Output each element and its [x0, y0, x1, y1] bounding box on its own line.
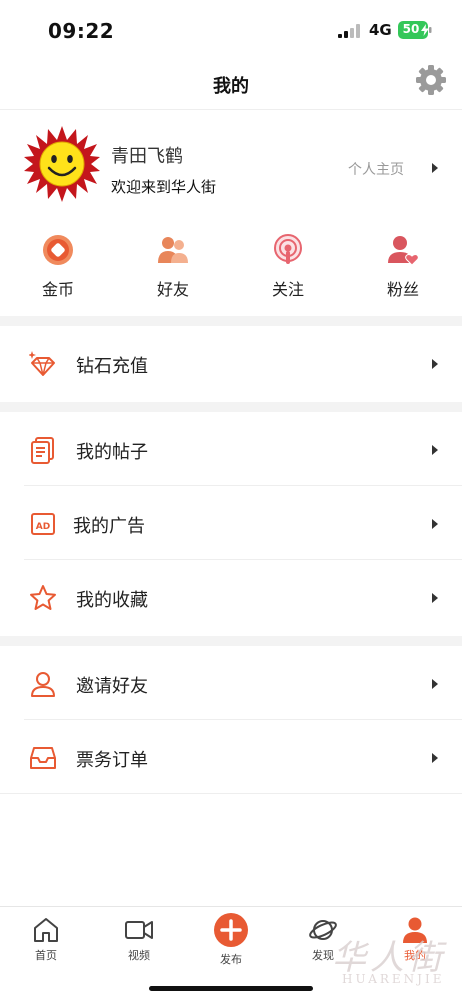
- row-divider: [0, 793, 462, 794]
- network-label: 4G: [369, 21, 392, 39]
- document-icon: [31, 437, 54, 464]
- stat-label: 好友: [156, 280, 189, 299]
- status-bar: 09:22 4G 50: [0, 0, 462, 60]
- plus-icon: [214, 913, 248, 947]
- stat-friends[interactable]: 好友: [123, 228, 223, 300]
- menu-item-my-ads[interactable]: AD 我的广告: [0, 488, 462, 560]
- stat-label: 金币: [41, 280, 74, 299]
- menu-item-label: 票务订单: [76, 750, 148, 771]
- nav-bar: 我的: [0, 60, 462, 110]
- menu-item-label: 我的收藏: [76, 590, 148, 611]
- coin-icon: [43, 235, 73, 265]
- chevron-right-icon: [432, 519, 438, 529]
- battery-icon: 50: [398, 21, 432, 39]
- chevron-right-icon: [432, 163, 438, 173]
- menu-item-label: 钻石充值: [76, 356, 148, 377]
- chevron-right-icon: [432, 359, 438, 369]
- section-divider: [0, 316, 462, 326]
- row-divider: [24, 485, 462, 486]
- person-icon: [31, 672, 55, 697]
- chevron-right-icon: [432, 593, 438, 603]
- chevron-right-icon: [432, 679, 438, 689]
- friends-icon: [158, 237, 188, 263]
- stats-row: 金币 好友 关注 粉丝: [0, 228, 462, 306]
- profile-homepage-link[interactable]: 个人主页: [348, 159, 404, 179]
- home-icon: [34, 918, 58, 942]
- status-time: 09:22: [48, 19, 115, 43]
- page-title: 我的: [213, 76, 249, 97]
- menu-item-ticket-orders[interactable]: 票务订单: [0, 722, 462, 794]
- tab-label: 首页: [35, 949, 57, 962]
- avatar: [24, 126, 100, 202]
- menu-item-my-posts[interactable]: 我的帖子: [0, 414, 462, 486]
- menu-item-invite-friends[interactable]: 邀请好友: [0, 648, 462, 720]
- chevron-right-icon: [432, 445, 438, 455]
- ad-icon: AD: [31, 513, 55, 535]
- svg-text:AD: AD: [36, 522, 50, 532]
- row-divider: [24, 719, 462, 720]
- profile-card[interactable]: 青田飞鹤 欢迎来到华人街 个人主页: [0, 122, 462, 212]
- star-icon: [30, 585, 56, 610]
- watermark-latin: HUARENJIE: [342, 972, 445, 986]
- podcast-follow-icon: [274, 234, 302, 264]
- charging-bolt-icon: [421, 24, 429, 36]
- diamond-icon: [29, 351, 55, 376]
- watermark: 华人街 HUARENJIE: [332, 930, 452, 990]
- row-divider: [24, 559, 462, 560]
- tab-label: 发布: [220, 953, 242, 966]
- menu-item-label: 邀请好友: [76, 676, 148, 697]
- stat-coins[interactable]: 金币: [8, 228, 108, 300]
- menu-item-label: 我的广告: [73, 516, 145, 537]
- tab-home[interactable]: 首页: [11, 907, 81, 977]
- fans-heart-icon: [388, 236, 419, 266]
- stat-label: 关注: [271, 280, 304, 299]
- video-icon: [125, 921, 153, 939]
- section-divider: [0, 636, 462, 646]
- signal-icon: [338, 24, 360, 38]
- tab-publish[interactable]: 发布: [196, 907, 266, 977]
- menu-item-diamond-recharge[interactable]: 钻石充值: [0, 328, 462, 400]
- inbox-icon: [30, 747, 56, 769]
- battery-level: 50: [402, 22, 420, 36]
- chevron-right-icon: [432, 753, 438, 763]
- profile-subtitle: 欢迎来到华人街: [111, 178, 217, 196]
- gear-icon[interactable]: [415, 64, 447, 96]
- stat-following[interactable]: 关注: [238, 228, 338, 300]
- stat-label: 粉丝: [386, 280, 419, 299]
- menu-item-label: 我的帖子: [76, 442, 148, 463]
- home-indicator: [149, 986, 313, 991]
- stat-fans[interactable]: 粉丝: [353, 228, 453, 300]
- menu-item-my-favorites[interactable]: 我的收藏: [0, 562, 462, 634]
- profile-name: 青田飞鹤: [111, 146, 183, 167]
- tab-video[interactable]: 视频: [104, 907, 174, 977]
- tab-label: 视频: [128, 949, 150, 962]
- section-divider: [0, 402, 462, 412]
